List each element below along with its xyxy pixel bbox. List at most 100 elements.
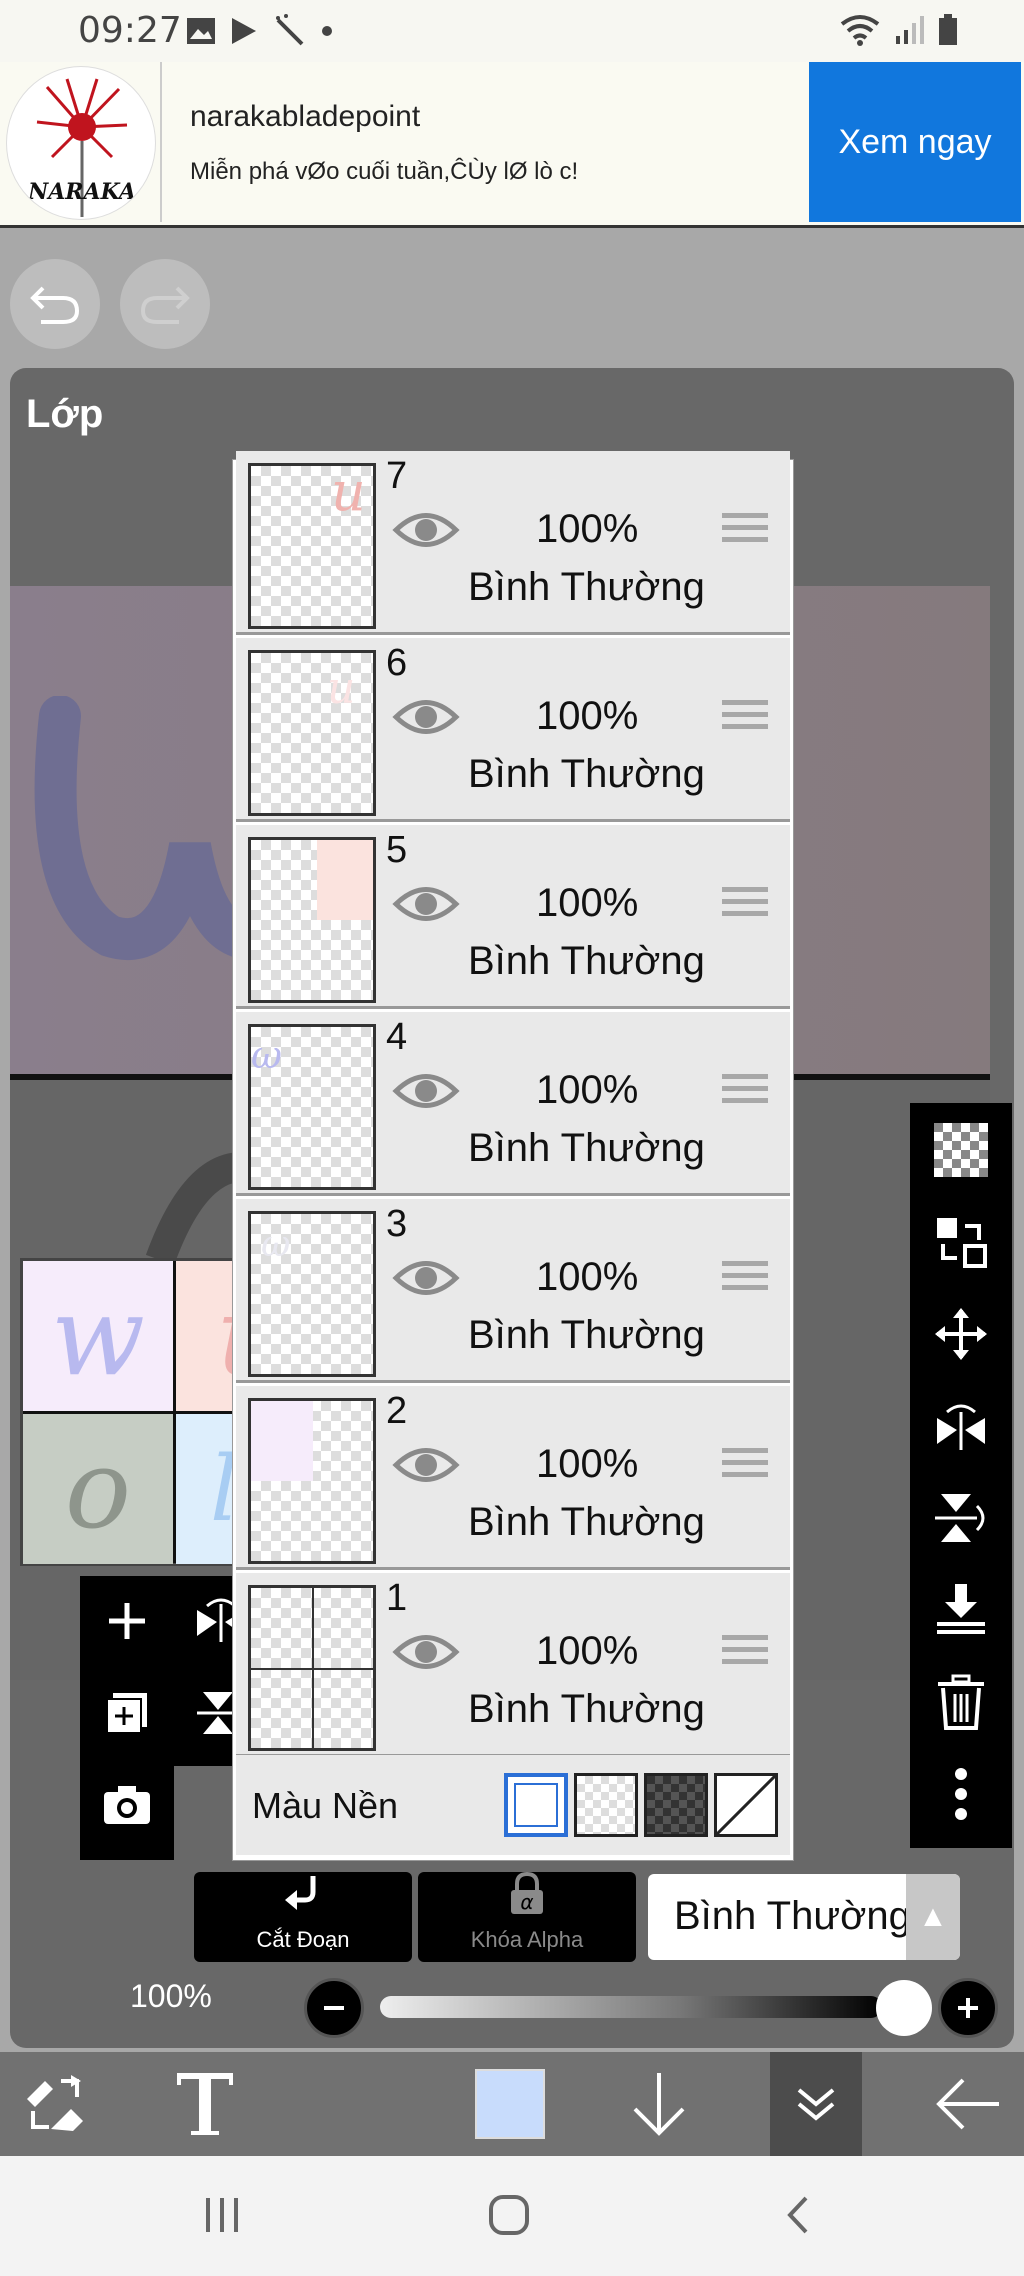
move-layer-down-button[interactable] xyxy=(624,2062,694,2146)
trash-icon xyxy=(938,1674,984,1730)
play-store-icon xyxy=(232,18,256,44)
thumb-cell-o: o xyxy=(23,1414,173,1564)
flip-horizontal-side-button[interactable] xyxy=(926,1391,996,1461)
eye-icon[interactable] xyxy=(392,1068,460,1114)
opacity-label: 100% xyxy=(130,1978,212,2014)
flip-vertical-icon xyxy=(935,1494,985,1542)
double-chevron-down-icon xyxy=(797,2088,835,2121)
layer-blend-mode: Bình Thường xyxy=(468,939,705,983)
layer-row[interactable]: u 7 100% Bình Thường xyxy=(236,451,790,635)
layer-number: 7 xyxy=(386,455,408,497)
magic-wand-icon xyxy=(276,14,304,46)
eye-icon[interactable] xyxy=(392,1255,460,1301)
duplicate-layer-button[interactable] xyxy=(92,1678,162,1748)
image-icon xyxy=(187,18,215,44)
ad-banner[interactable]: NARAKA narakabladepoint Miễn phá vØo cuố… xyxy=(0,62,1024,228)
undo-button[interactable] xyxy=(10,259,100,349)
merge-down-button[interactable] xyxy=(926,1575,996,1645)
flip-horizontal-icon xyxy=(937,1404,985,1450)
brush-eraser-button[interactable] xyxy=(14,2062,98,2146)
back-button[interactable] xyxy=(930,2062,1006,2146)
layer-number: 2 xyxy=(386,1390,408,1432)
wifi-icon xyxy=(840,15,880,46)
drag-handle-icon[interactable] xyxy=(722,513,768,553)
add-layer-button[interactable] xyxy=(92,1586,162,1656)
layer-opacity: 100% xyxy=(536,1068,639,1112)
color-picker-button[interactable] xyxy=(474,2062,546,2146)
move-icon xyxy=(935,1308,987,1360)
eye-icon[interactable] xyxy=(392,881,460,927)
eye-icon[interactable] xyxy=(392,507,460,553)
move-button[interactable] xyxy=(926,1299,996,1369)
status-bar: 09:27 xyxy=(0,0,1024,62)
opacity-slider-track[interactable] xyxy=(380,1996,882,2018)
blend-mode-select[interactable]: Bình Thường ▲ xyxy=(648,1874,960,1960)
layer-blend-mode: Bình Thường xyxy=(468,1313,705,1357)
redo-button[interactable] xyxy=(120,259,210,349)
layer-row[interactable]: 5 100% Bình Thường xyxy=(236,825,790,1009)
battery-icon xyxy=(939,14,957,45)
blend-mode-value: Bình Thường xyxy=(674,1894,911,1938)
status-icons-right xyxy=(840,14,958,46)
opacity-slider-thumb[interactable] xyxy=(876,1980,932,2036)
camera-button[interactable] xyxy=(92,1770,162,1840)
ad-cta-button[interactable]: Xem ngay xyxy=(809,62,1021,222)
clipping-button[interactable]: Cắt Đoạn xyxy=(194,1872,412,1962)
bg-swatch-white[interactable] xyxy=(504,1773,568,1837)
layer-row[interactable]: ω 4 100% Bình Thường xyxy=(236,1012,790,1196)
bg-swatch-transparent-light[interactable] xyxy=(574,1773,638,1837)
right-toolbar xyxy=(910,1103,1012,1848)
layer-number: 6 xyxy=(386,642,408,684)
current-color-swatch xyxy=(475,2069,545,2139)
ad-brand: narakabladepoint xyxy=(190,100,421,133)
layer-row[interactable]: u 6 100% Bình Thường xyxy=(236,638,790,822)
layer-opacity: 100% xyxy=(536,694,639,738)
merge-down-icon xyxy=(937,1584,985,1634)
layer-row[interactable]: 1 100% Bình Thường xyxy=(236,1573,790,1757)
more-vertical-icon xyxy=(955,1768,967,1820)
drag-handle-icon[interactable] xyxy=(722,1074,768,1114)
home-icon[interactable] xyxy=(488,2194,530,2236)
nav-back-icon[interactable] xyxy=(782,2194,812,2236)
layer-number: 3 xyxy=(386,1203,408,1245)
text-tool-button[interactable] xyxy=(170,2062,240,2146)
layer-list: u 7 100% Bình Thường u 6 100% Bình Thườn… xyxy=(233,451,793,1860)
more-options-button[interactable] xyxy=(926,1759,996,1829)
drag-handle-icon[interactable] xyxy=(722,1635,768,1675)
opacity-decrease-button[interactable] xyxy=(304,1978,364,2038)
layer-row[interactable]: ω 3 100% Bình Thường xyxy=(236,1199,790,1383)
layer-blend-mode: Bình Thường xyxy=(468,1500,705,1544)
drag-handle-icon[interactable] xyxy=(722,887,768,927)
layer-number: 4 xyxy=(386,1016,408,1058)
camera-icon xyxy=(104,1786,150,1824)
plus-icon xyxy=(109,1603,145,1639)
eye-icon[interactable] xyxy=(392,1629,460,1675)
drag-handle-icon[interactable] xyxy=(722,1261,768,1301)
eye-icon[interactable] xyxy=(392,1442,460,1488)
bg-swatch-none[interactable] xyxy=(714,1773,778,1837)
layer-panel: Lớp w u o le u 7 xyxy=(10,368,1014,2048)
layer-number: 5 xyxy=(386,829,408,871)
drag-handle-icon[interactable] xyxy=(722,1448,768,1488)
swap-layer-button[interactable] xyxy=(926,1207,996,1277)
delete-layer-button[interactable] xyxy=(926,1667,996,1737)
layer-panel-toggle-button[interactable] xyxy=(770,2052,862,2156)
clipping-icon xyxy=(285,1876,316,1910)
ad-divider xyxy=(160,62,162,222)
layer-thumbnail: u xyxy=(248,650,376,816)
recent-apps-icon[interactable] xyxy=(202,2196,242,2234)
swap-icon xyxy=(937,1218,987,1268)
eye-icon[interactable] xyxy=(392,694,460,740)
ad-logo: NARAKA xyxy=(6,66,156,220)
lock-alpha-icon: α xyxy=(511,1871,543,1914)
alpha-lock-button[interactable]: α Khóa Alpha xyxy=(418,1871,636,1962)
flip-vertical-side-button[interactable] xyxy=(926,1483,996,1553)
opacity-increase-button[interactable] xyxy=(938,1978,998,2038)
layer-row[interactable]: 2 100% Bình Thường xyxy=(236,1386,790,1570)
background-color-row: Màu Nền xyxy=(236,1755,790,1855)
system-nav-bar xyxy=(0,2156,1024,2276)
transparency-button[interactable] xyxy=(926,1115,996,1185)
drag-handle-icon[interactable] xyxy=(722,700,768,740)
bg-swatch-transparent-dark[interactable] xyxy=(644,1773,708,1837)
undo-icon xyxy=(30,286,80,324)
